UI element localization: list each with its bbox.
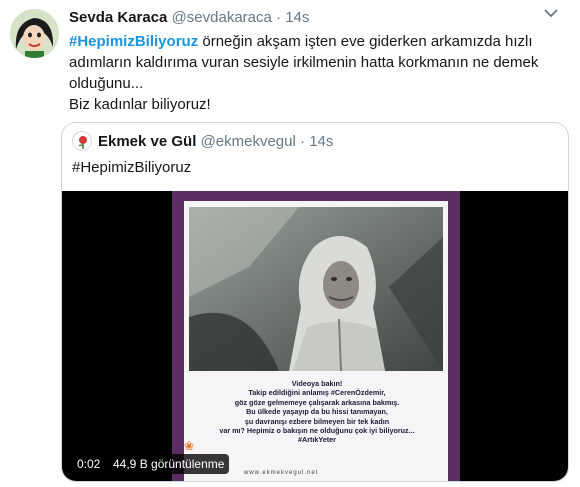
quoted-tweet[interactable]: Ekmek ve Gül @ekmekvegul · 14s #HepimizB… (61, 122, 569, 482)
quoted-author-handle[interactable]: @ekmekvegul (201, 133, 296, 150)
caption-line: göz göze gelmemeye çalışarak arkasına ba… (234, 397, 400, 407)
chevron-down-icon (544, 9, 558, 18)
caption-line: Takip edildiğini anlamış #CerenÖzdemir, (248, 388, 386, 398)
hooded-person-image (189, 207, 443, 371)
tweet-timestamp[interactable]: 14s (285, 9, 309, 26)
video-frame: Videoya bakın! Takip edildiğini anlamış … (172, 191, 460, 481)
caption-line: şu davranışı ezbere bilmeyen bir tek kad… (244, 416, 390, 426)
hashtag-link[interactable]: #HepimizBiliyoruz (69, 33, 198, 50)
caption-hashtag: #ArtıkYeter (298, 435, 336, 445)
tweet-body: #HepimizBiliyoruz örneğin akşam işten ev… (69, 31, 559, 115)
caption-line: var mı? Hepimiz o bakışın ne olduğunu ço… (219, 426, 415, 436)
quoted-tweet-header: Ekmek ve Gül @ekmekvegul · 14s (98, 132, 333, 152)
author-handle[interactable]: @sevdakaraca (172, 9, 272, 26)
author-name[interactable]: Sevda Karaca (69, 9, 167, 26)
separator-dot: · (300, 133, 306, 150)
more-options-button[interactable] (539, 3, 563, 23)
caption-line: Bu ülkede yaşayıp da bu hissi tanımayan, (246, 407, 388, 417)
site-url: www.ekmekvegul.net (244, 470, 319, 476)
author-avatar[interactable] (10, 9, 59, 58)
caption-line: Videoya bakın! (291, 379, 343, 388)
video-still-image (189, 207, 443, 371)
quoted-author-name[interactable]: Ekmek ve Gül (98, 133, 196, 150)
video-caption: Videoya bakın! Takip edildiğini anlamış … (188, 379, 446, 445)
quoted-author-avatar[interactable] (72, 131, 92, 151)
quoted-tweet-timestamp[interactable]: 14s (309, 133, 333, 150)
video-card: Videoya bakın! Takip edildiğini anlamış … (184, 201, 448, 481)
flower-logo-icon: ❀ (184, 439, 195, 453)
tweet-header: Sevda Karaca @sevdakaraca · 14s (69, 8, 309, 28)
tweet-text-line2: Biz kadınlar biliyoruz! (69, 96, 211, 113)
quoted-tweet-text[interactable]: #HepimizBiliyoruz (72, 157, 191, 178)
video-player[interactable]: Videoya bakın! Takip edildiğini anlamış … (62, 191, 568, 481)
video-view-count: 44,9 B görüntülenme (108, 454, 230, 474)
separator-dot: · (276, 9, 282, 26)
avatar-image (10, 9, 59, 58)
video-elapsed-time: 0:02 (72, 454, 106, 474)
rose-logo-icon (78, 136, 87, 149)
